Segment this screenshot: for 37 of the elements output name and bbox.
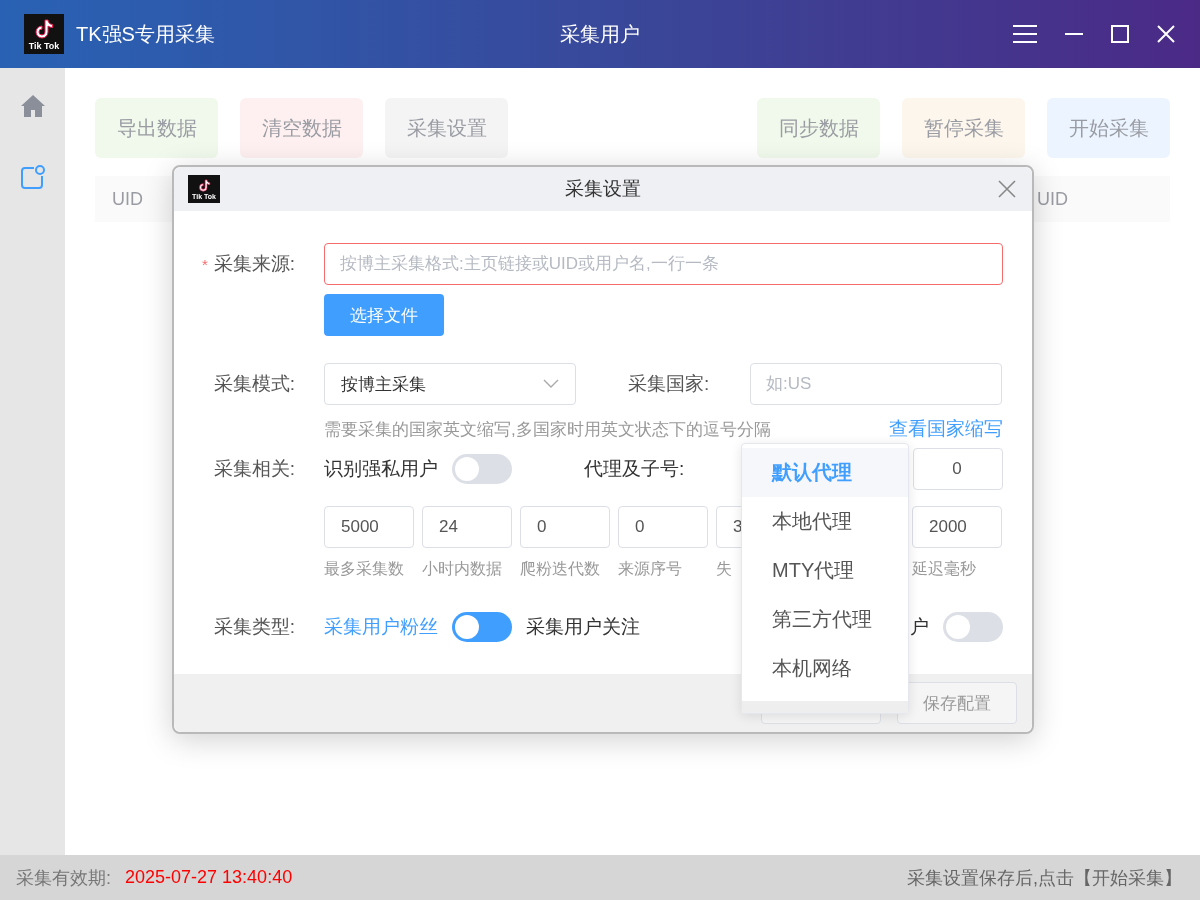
number-field[interactable]: 24 <box>422 506 512 548</box>
field-label: 采集国家: <box>628 372 711 396</box>
field-caption: 延迟毫秒 <box>912 559 976 579</box>
status-tip: 采集设置保存后,点击【开始采集】 <box>907 866 1182 890</box>
field-caption: 小时内数据 <box>422 559 502 579</box>
expiry-date: 2025-07-27 13:40:40 <box>125 867 293 888</box>
number-field[interactable]: 0 <box>520 506 610 548</box>
field-caption: 最多采集数 <box>324 559 404 579</box>
field-label: 采集类型: <box>212 615 296 639</box>
field-caption: 爬粉迭代数 <box>520 559 600 579</box>
field-caption: 来源序号 <box>618 559 682 579</box>
option-label: 识别强私用户 <box>324 457 438 481</box>
dialog-title: 采集设置 <box>564 177 642 201</box>
following-option[interactable]: 采集用户关注 <box>526 614 640 640</box>
column-header: UID <box>112 188 143 210</box>
window-title: 采集用户 <box>559 21 641 47</box>
expiry-label: 采集有效期: <box>16 866 111 890</box>
country-field[interactable]: 如:US <box>750 363 1002 405</box>
app-name: TK强S专用采集 <box>76 21 215 47</box>
hint-text: 需要采集的国家英文缩写,多国家时用英文状态下的逗号分隔 <box>324 418 771 441</box>
field-label: * 采集来源: <box>200 252 296 276</box>
field-label: 采集模式: <box>212 372 296 396</box>
number-field[interactable]: 5000 <box>324 506 414 548</box>
dropdown-item[interactable]: MTY代理 <box>742 546 908 595</box>
number-field[interactable]: 2000 <box>912 506 1002 548</box>
field-label: 采集相关: <box>212 457 296 481</box>
field-label: 代理及子号: <box>584 457 685 481</box>
source-field[interactable]: 按博主采集格式:主页链接或UID或用户名,一行一条 <box>324 243 1003 285</box>
app-logo: Tik Tok <box>24 14 64 54</box>
field-caption: 失 <box>716 559 732 579</box>
number-field[interactable]: 0 <box>618 506 708 548</box>
sub-account-field[interactable]: 0 <box>913 448 1003 490</box>
dropdown-item[interactable]: 本地代理 <box>742 497 908 546</box>
mode-select[interactable]: 按博主采集 <box>324 363 576 405</box>
column-header: UID <box>1037 188 1068 210</box>
dropdown-item[interactable]: 第三方代理 <box>742 595 908 644</box>
option-label: 户 <box>910 615 929 639</box>
